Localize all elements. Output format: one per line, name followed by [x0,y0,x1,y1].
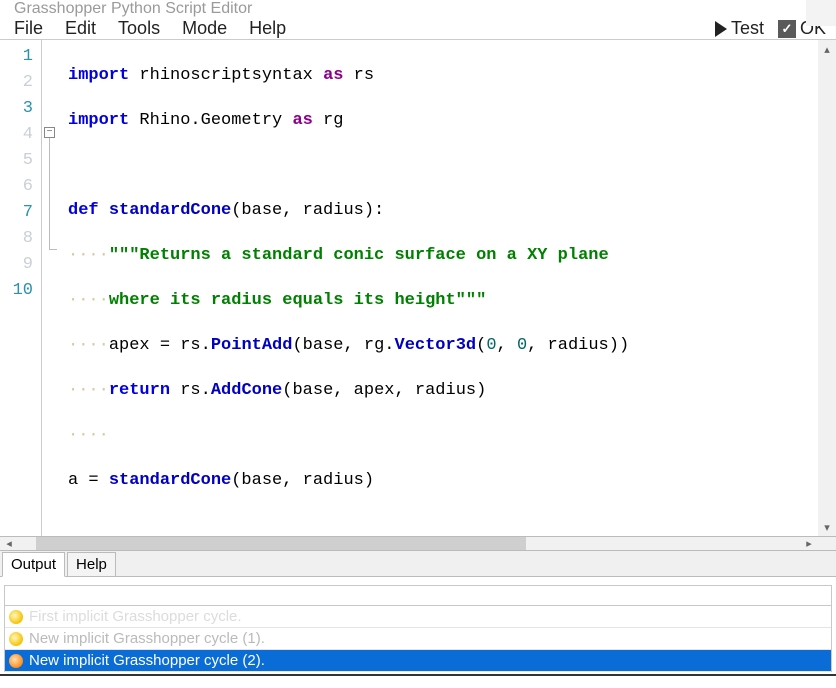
line-number: 1 [0,44,41,70]
window-title: Grasshopper Python Script Editor [14,0,252,18]
bottom-tabs: Output Help [0,551,836,577]
fold-gutter: − [42,40,60,536]
output-panel: First implicit Grasshopper cycle. New im… [0,577,836,674]
line-number: 6 [0,174,41,200]
scroll-up-icon[interactable]: ▴ [818,40,836,58]
check-icon: ✓ [778,20,796,38]
scroll-right-icon[interactable]: ▸ [800,537,818,550]
tab-output[interactable]: Output [2,552,65,577]
output-list: First implicit Grasshopper cycle. New im… [4,585,832,672]
line-number: 3 [0,96,41,122]
window-close-button[interactable]: × [806,0,836,26]
horizontal-scrollbar[interactable]: ◂ ▸ [0,537,836,551]
menu-mode[interactable]: Mode [182,18,227,39]
code-editor[interactable]: 1 2 3 4 5 6 7 8 9 10 − import rhinoscrip… [0,40,836,537]
code-content[interactable]: import rhinoscriptsyntax as rs import Rh… [60,40,818,536]
swirl-icon [9,632,23,646]
output-header [5,586,831,606]
swirl-icon [9,654,23,668]
line-number: 8 [0,226,41,252]
line-number-gutter: 1 2 3 4 5 6 7 8 9 10 [0,40,42,536]
output-row-selected[interactable]: New implicit Grasshopper cycle (2). [5,650,831,672]
menu-edit[interactable]: Edit [65,18,96,39]
output-text: New implicit Grasshopper cycle (2). [29,652,265,669]
line-number: 2 [0,70,41,96]
fold-toggle[interactable]: − [44,127,55,138]
fold-guide [49,138,50,250]
scroll-track[interactable] [18,537,800,550]
output-text: First implicit Grasshopper cycle. [29,608,242,625]
scroll-thumb[interactable] [36,537,526,550]
menu-tools[interactable]: Tools [118,18,160,39]
line-number: 10 [0,278,41,304]
test-label: Test [731,18,764,39]
tab-help[interactable]: Help [67,552,116,577]
menu-file[interactable]: File [14,18,43,39]
play-icon [715,21,727,37]
test-button[interactable]: Test [715,18,764,39]
line-number: 5 [0,148,41,174]
scroll-down-icon[interactable]: ▾ [818,518,836,536]
output-text: New implicit Grasshopper cycle (1). [29,630,265,647]
menu-help[interactable]: Help [249,18,286,39]
output-row[interactable]: First implicit Grasshopper cycle. [5,606,831,628]
line-number: 9 [0,252,41,278]
line-number: 4 [0,122,41,148]
window-titlebar: Grasshopper Python Script Editor × [0,0,836,18]
swirl-icon [9,610,23,624]
bottom-panel: Output Help First implicit Grasshopper c… [0,551,836,676]
menu-bar: File Edit Tools Mode Help Test ✓ OK [0,18,836,40]
fold-guide-end [49,249,57,250]
scroll-left-icon[interactable]: ◂ [0,537,18,550]
output-row[interactable]: New implicit Grasshopper cycle (1). [5,628,831,650]
line-number: 7 [0,200,41,226]
vertical-scrollbar[interactable]: ▴ ▾ [818,40,836,536]
